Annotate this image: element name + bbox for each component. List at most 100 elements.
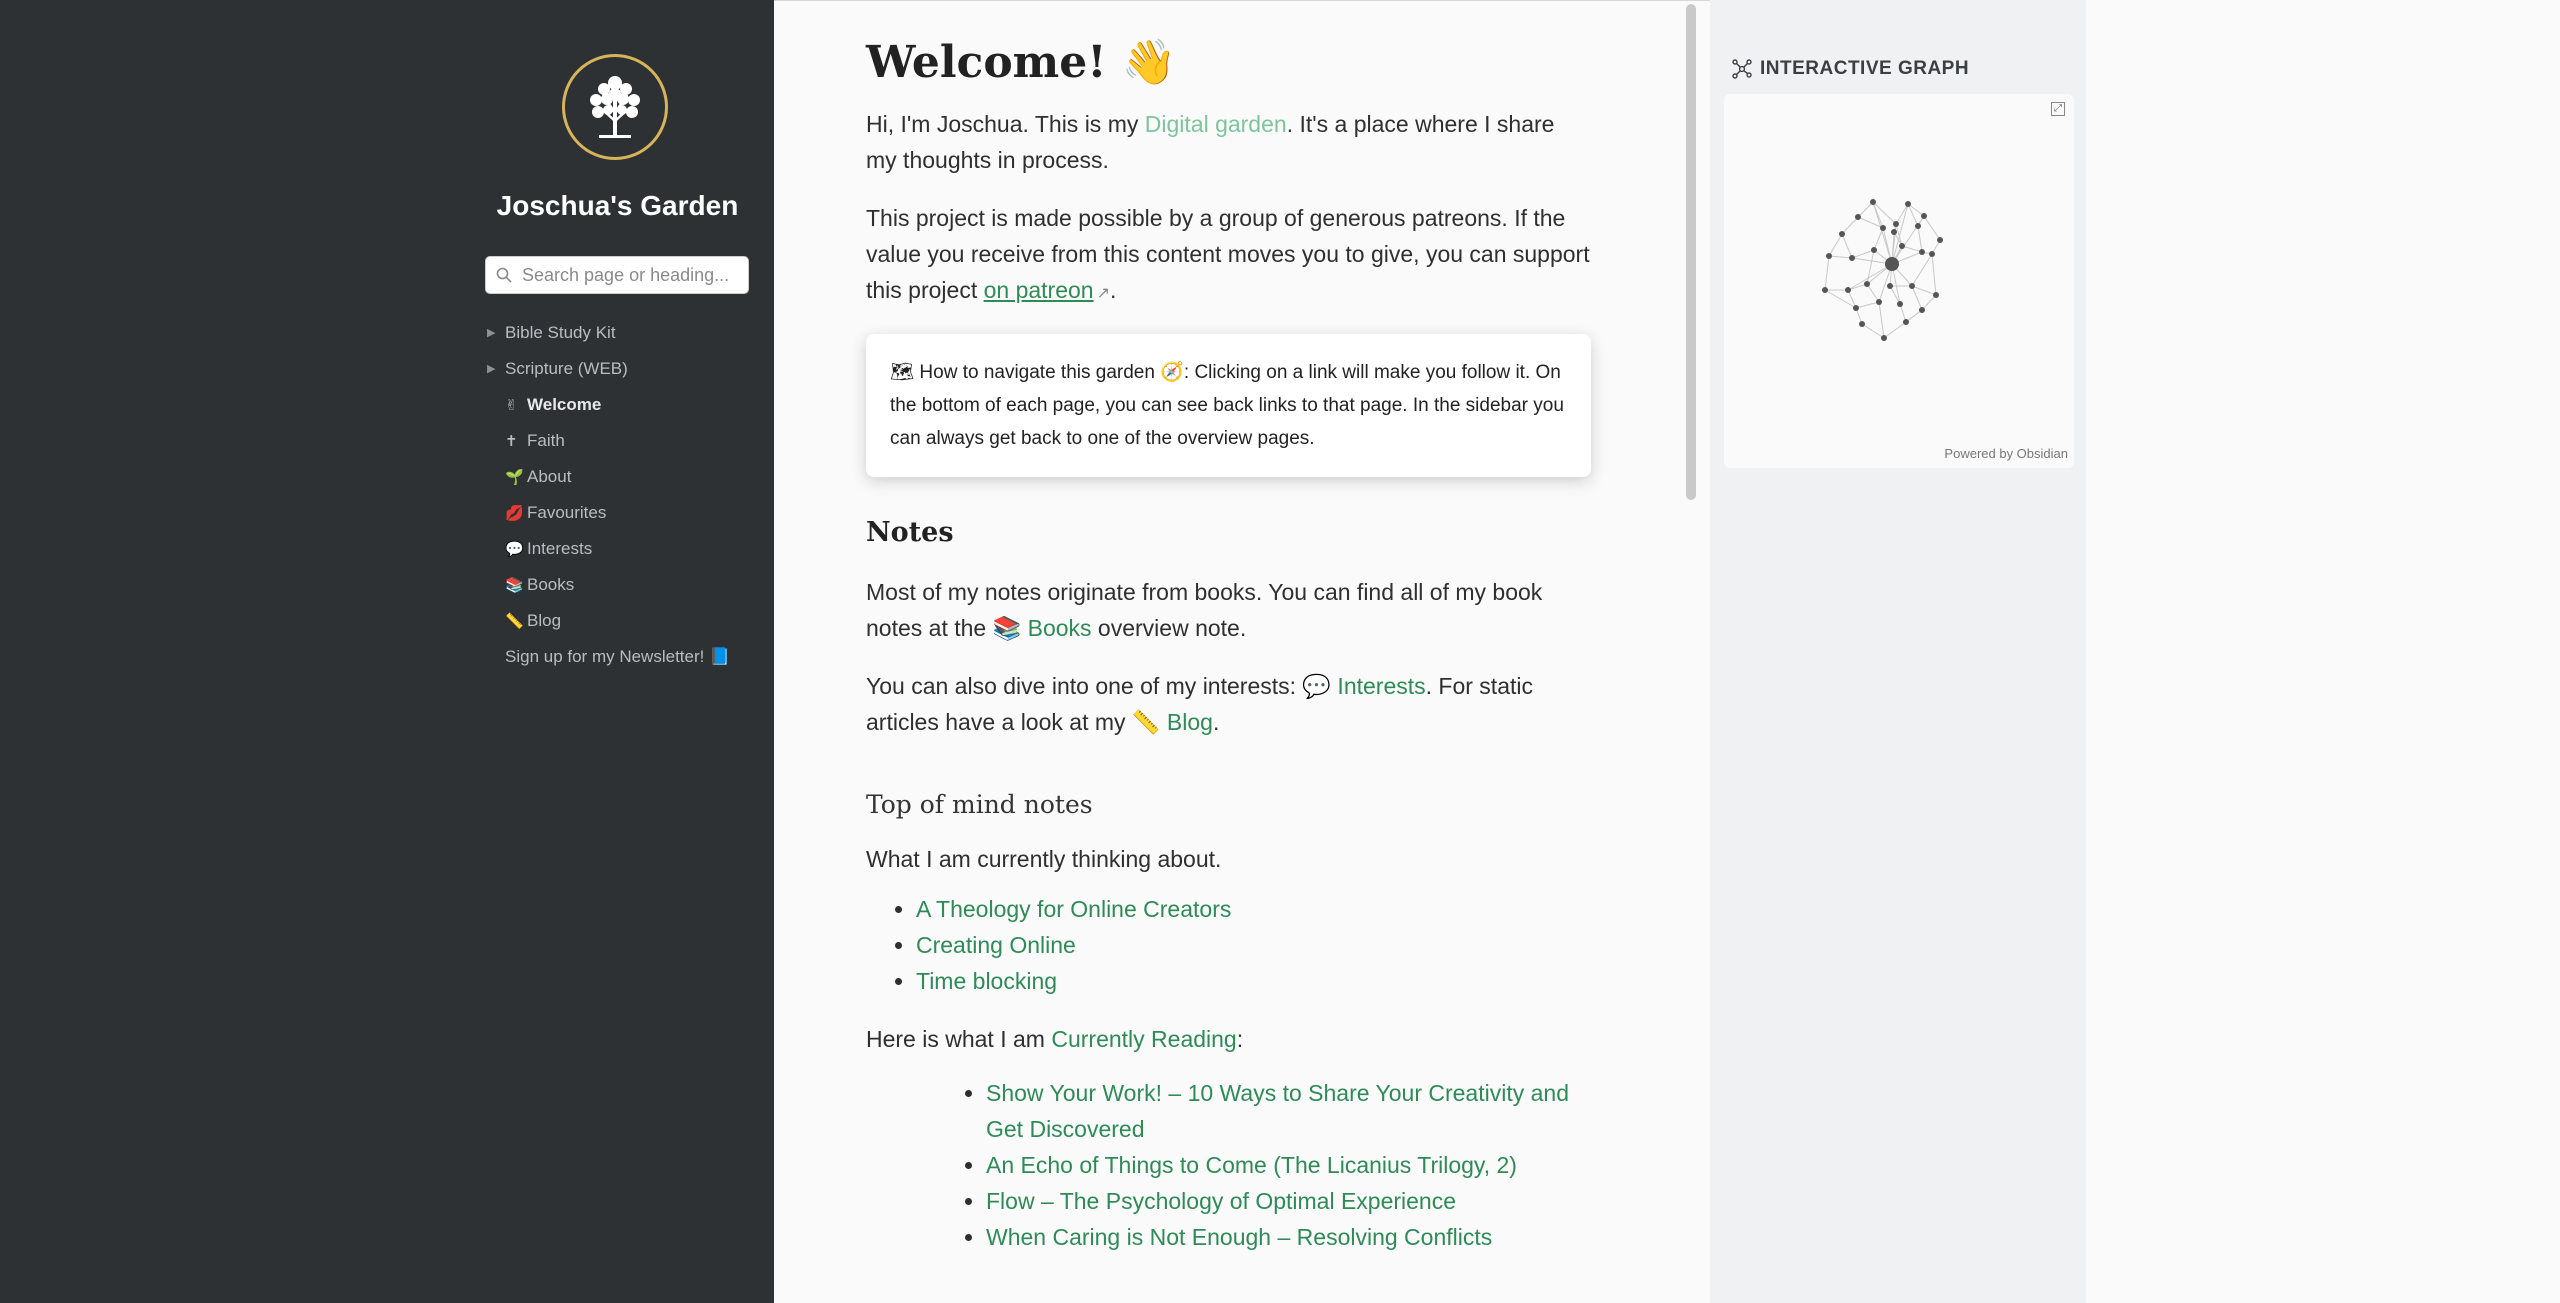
graph-node[interactable] [1919, 249, 1925, 255]
graph-node[interactable] [1849, 255, 1855, 261]
graph-node[interactable] [1839, 231, 1845, 237]
note-link[interactable]: Time blocking [916, 968, 1057, 994]
sidebar-item-faith[interactable]: ✝ Faith [485, 423, 730, 459]
scrollbar-thumb[interactable] [1686, 4, 1696, 500]
book-link[interactable]: When Caring is Not Enough – Resolving Co… [986, 1224, 1492, 1250]
search-input[interactable] [520, 263, 742, 287]
search-box[interactable] [485, 256, 749, 294]
sidebar-item-newsletter[interactable]: Sign up for my Newsletter! 📘 [485, 639, 730, 675]
note-link[interactable]: A Theology for Online Creators [916, 896, 1231, 922]
graph-node[interactable] [1915, 223, 1921, 229]
graph-edge [1917, 225, 1923, 253]
sidebar-item-bible-study-kit[interactable]: ▶ Bible Study Kit [485, 315, 730, 351]
graph-node[interactable] [1899, 243, 1905, 249]
site-logo[interactable] [562, 54, 668, 160]
site-title[interactable]: Joschua's Garden [470, 190, 765, 222]
graph-edge [1861, 323, 1885, 339]
sidebar-item-label: Blog [527, 611, 562, 630]
graph-node[interactable] [1905, 201, 1911, 207]
graph-node[interactable] [1845, 287, 1851, 293]
currently-reading-list: Show Your Work! – 10 Ways to Share Your … [866, 1075, 1591, 1255]
sidebar-item-books[interactable]: 📚 Books [485, 567, 730, 603]
graph-node[interactable] [1871, 247, 1877, 253]
intro-paragraph: Hi, I'm Joschua. This is my Digital gard… [866, 111, 1555, 173]
interests-paragraph: You can also dive into one of my interes… [866, 673, 1533, 735]
graph-edge [1921, 294, 1937, 311]
graph-edge [1878, 301, 1885, 339]
graph-node[interactable] [1929, 251, 1935, 257]
currently-reading-link[interactable]: Currently Reading [1051, 1026, 1236, 1052]
sidebar-item-welcome[interactable]: ✌ Welcome [485, 387, 730, 423]
graph-node[interactable] [1919, 307, 1925, 313]
digital-garden-link[interactable]: Digital garden [1145, 111, 1287, 137]
graph-node[interactable] [1876, 299, 1882, 305]
graph-edge [1931, 253, 1937, 296]
graph-title: INTERACTIVE GRAPH [1760, 58, 1970, 79]
graph-node[interactable] [1887, 283, 1893, 289]
graph-node[interactable] [1822, 287, 1828, 293]
graph-edge [1855, 301, 1880, 309]
sidebar-item-scripture[interactable]: ▶ Scripture (WEB) [485, 351, 730, 387]
graph-edge [1841, 233, 1853, 259]
graph-node[interactable] [1881, 335, 1887, 341]
graph-node[interactable] [1880, 225, 1886, 231]
graph-canvas[interactable] [1724, 94, 2074, 468]
graph-node[interactable] [1909, 283, 1915, 289]
graph-node[interactable] [1826, 253, 1832, 259]
book-link[interactable]: Show Your Work! – 10 Ways to Share Your … [986, 1080, 1569, 1142]
graph-node[interactable] [1885, 257, 1899, 271]
powered-by-label: Powered by Obsidian [1944, 446, 2068, 461]
blog-link[interactable]: 📏 Blog [1132, 709, 1213, 735]
graph-node[interactable] [1864, 281, 1870, 287]
graph-node[interactable] [1933, 292, 1939, 298]
search-icon [496, 267, 512, 283]
graph-edge [1866, 283, 1880, 303]
sidebar-item-label: Favourites [527, 503, 607, 522]
graph-edge [1824, 255, 1830, 291]
list-item: Creating Online [916, 927, 1591, 963]
graph-node[interactable] [1903, 319, 1909, 325]
graph-header: INTERACTIVE GRAPH [1732, 58, 1969, 80]
graph-node[interactable] [1855, 214, 1861, 220]
top-of-mind-heading: Top of mind notes [866, 790, 1093, 819]
note-link[interactable]: Creating Online [916, 932, 1076, 958]
chevron-right-icon: ▶ [487, 327, 496, 339]
victory-hand-icon: ✌ [505, 397, 518, 414]
sidebar-item-favourites[interactable]: 💋 Favourites [485, 495, 730, 531]
graph-edge [1851, 249, 1875, 259]
chevron-right-icon: ▶ [487, 363, 496, 375]
graph-node[interactable] [1853, 305, 1859, 311]
cross-icon: ✝ [505, 433, 518, 450]
graph-node[interactable] [1937, 237, 1943, 243]
graph-node[interactable] [1859, 321, 1865, 327]
sidebar-item-blog[interactable]: 📏 Blog [485, 603, 730, 639]
navigation-callout: 🗺 How to navigate this garden 🧭: Clickin… [866, 334, 1591, 477]
lips-icon: 💋 [505, 505, 524, 522]
sidebar-item-label: Bible Study Kit [505, 323, 616, 342]
top-of-mind-intro: What I am currently thinking about. [866, 846, 1222, 872]
graph-edge [1873, 227, 1884, 251]
patreon-link[interactable]: on patreon [984, 277, 1094, 303]
list-item: Flow – The Psychology of Optimal Experie… [986, 1183, 1591, 1219]
graph-node[interactable] [1897, 301, 1903, 307]
interests-link[interactable]: 💬 Interests [1302, 673, 1425, 699]
sidebar-item-label: About [527, 467, 572, 486]
graph-node[interactable] [1921, 213, 1927, 219]
books-link[interactable]: 📚 Books [993, 615, 1092, 641]
sidebar-item-interests[interactable]: 💬 Interests [485, 531, 730, 567]
expand-graph-icon[interactable]: ⤢ [2051, 102, 2065, 116]
graph-edge [1905, 309, 1923, 323]
graph-node[interactable] [1891, 229, 1897, 235]
book-link[interactable]: An Echo of Things to Come (The Licanius … [986, 1152, 1517, 1178]
sidebar-item-label: Faith [527, 431, 565, 450]
interactive-graph[interactable] [1724, 94, 2074, 468]
graph-node[interactable] [1870, 199, 1876, 205]
sidebar-item-label: Sign up for my Newsletter! 📘 [505, 647, 731, 666]
book-link[interactable]: Flow – The Psychology of Optimal Experie… [986, 1188, 1456, 1214]
currently-reading-paragraph: Here is what I am Currently Reading: [866, 1026, 1244, 1052]
external-link-icon: ↗ [1096, 285, 1110, 302]
graph-node[interactable] [1893, 221, 1899, 227]
sidebar-item-about[interactable]: 🌱 About [485, 459, 730, 495]
graph-icon [1732, 59, 1752, 79]
sidebar-item-label: Books [527, 575, 575, 594]
